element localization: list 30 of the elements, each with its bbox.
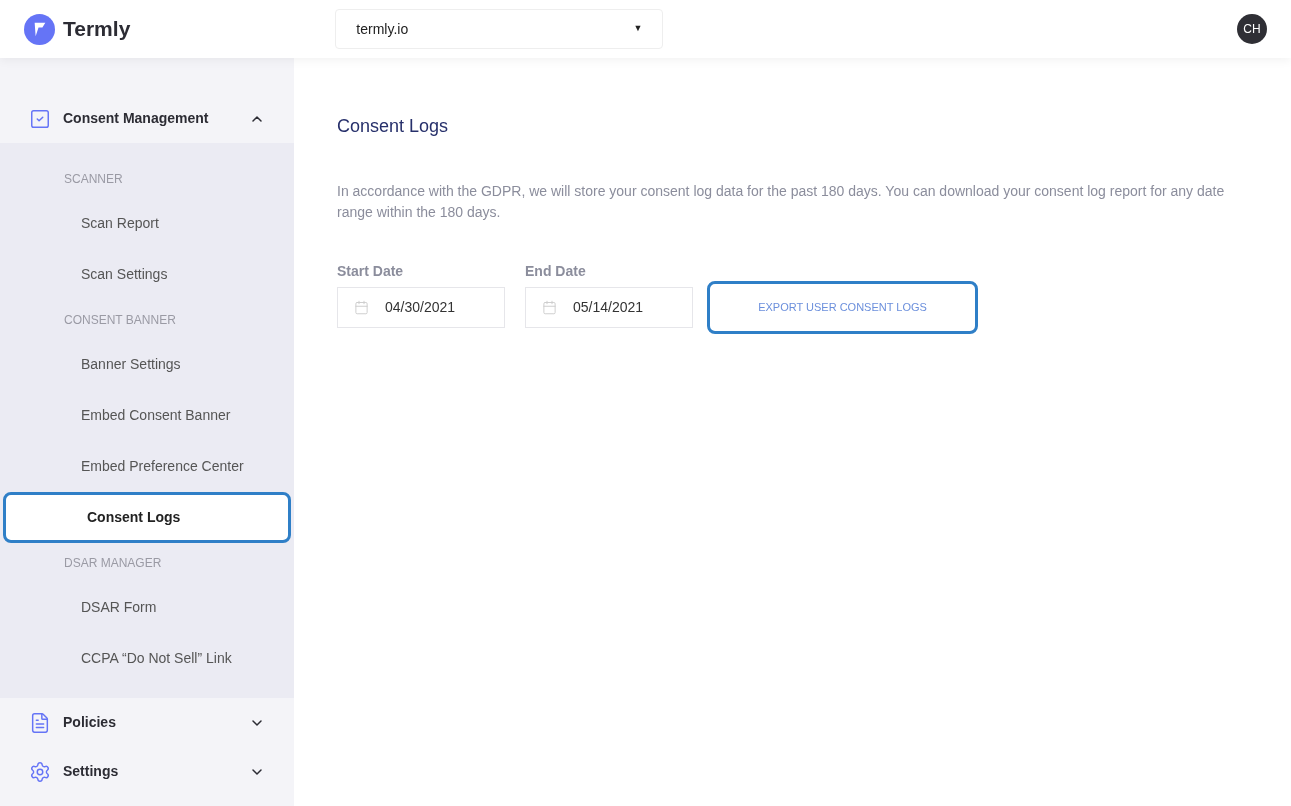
sidebar-item[interactable]: Embed Preference Center [0, 441, 294, 492]
sidebar-item[interactable]: Scan Settings [0, 249, 294, 300]
calendar-icon [354, 300, 369, 315]
sidebar-section[interactable]: Settings [0, 747, 294, 796]
settings-icon [29, 760, 51, 783]
sidebar-section[interactable]: Policies [0, 698, 294, 747]
checkbox-icon [29, 107, 51, 130]
sidebar-item[interactable]: Banner Settings [0, 339, 294, 390]
date-field[interactable]: 05/14/2021 [525, 287, 693, 328]
field-label: End Date [525, 262, 587, 281]
dropdown-caret-icon: ▼ [633, 22, 643, 36]
calendar-icon [542, 300, 557, 315]
group-heading: DSAR MANAGER [63, 554, 163, 572]
field-label: Start Date [337, 262, 405, 281]
group-heading: SCANNER [63, 170, 124, 188]
sidebar-item[interactable]: CCPA “Do Not Sell” Link [0, 633, 294, 684]
sidebar-item[interactable]: Consent Logs [3, 492, 291, 543]
sidebar-item[interactable]: DSAR Form [0, 582, 294, 633]
sidebar-item[interactable]: Embed Consent Banner [0, 390, 294, 441]
document-icon [29, 711, 51, 734]
sidebar-section[interactable]: Consent Management [0, 94, 294, 143]
site-select[interactable]: termly.io ▼ [335, 9, 664, 49]
user-avatar[interactable]: CH [1237, 14, 1267, 44]
group-heading: CONSENT BANNER [63, 311, 177, 329]
logo-icon [24, 13, 55, 45]
brand-name: Termly [63, 16, 131, 43]
sidebar-item[interactable]: Scan Report [0, 198, 294, 249]
description: In accordance with the GDPR, we will store your consent log data for the past 180 days. You can download your consent log report for any date range within the 180 days. [337, 182, 1226, 222]
date-field[interactable]: 04/30/2021 [337, 287, 505, 328]
page-title: Consent Logs [337, 115, 450, 138]
